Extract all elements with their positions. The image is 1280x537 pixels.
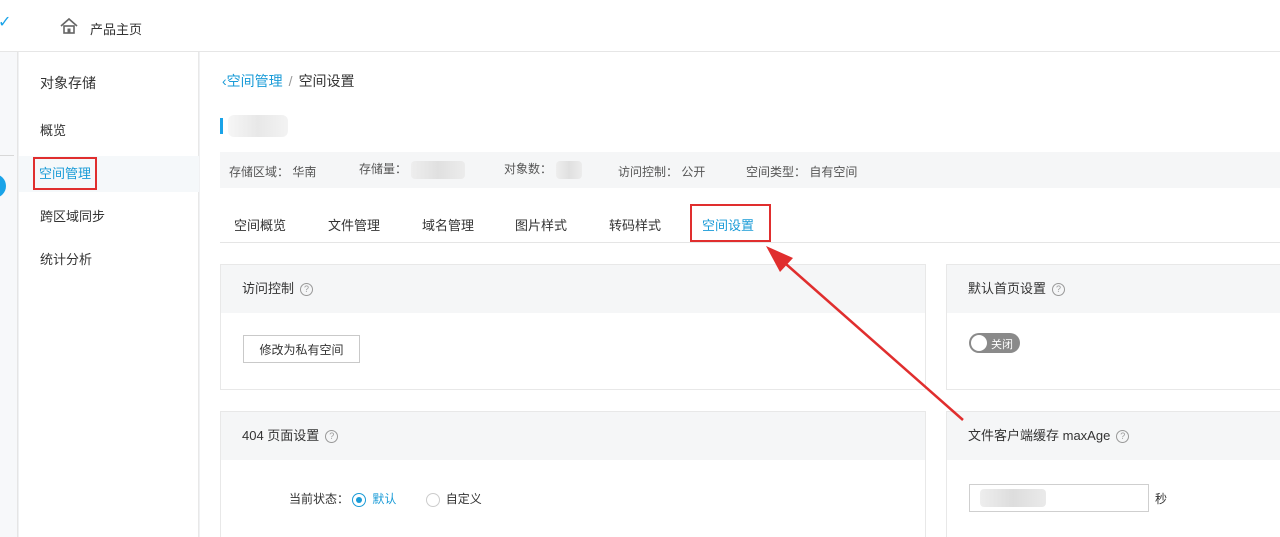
info-label: 存储量：: [359, 162, 408, 176]
annotation-highlight-box: [690, 204, 771, 242]
make-private-button[interactable]: 修改为私有空间: [243, 335, 360, 363]
left-rail: [0, 52, 18, 537]
status-radio-group: 当前状态： 默认 自定义: [289, 490, 482, 507]
tab-space-overview[interactable]: 空间概览: [234, 215, 286, 234]
redacted-value: [411, 160, 466, 179]
home-icon[interactable]: [60, 17, 78, 35]
bucket-info-bar: 存储区域： 华南 存储量： 对象数： 访问控制： 公开 空间类型： 自有空间: [220, 152, 1280, 188]
tab-domain-management[interactable]: 域名管理: [422, 215, 474, 234]
sidebar-item-cross-region-sync[interactable]: 跨区域同步: [19, 199, 199, 235]
radio-default[interactable]: [352, 492, 367, 507]
info-label: 对象数：: [504, 162, 553, 176]
rail-divider: [0, 155, 14, 156]
help-icon[interactable]: ?: [325, 430, 339, 444]
homepage-toggle[interactable]: 关闭: [969, 333, 1020, 353]
access-control-panel: 访问控制? 修改为私有空间: [220, 264, 926, 390]
tab-bar: 空间概览 文件管理 域名管理 图片样式 转码样式 空间设置: [220, 202, 1280, 243]
help-icon[interactable]: ?: [1116, 430, 1130, 444]
panel-title: 文件客户端缓存 maxAge: [968, 428, 1111, 443]
info-storage: 存储量：: [359, 160, 466, 179]
sidebar-item-label: 跨区域同步: [40, 209, 106, 224]
tab-transcode-style[interactable]: 转码样式: [609, 215, 661, 234]
breadcrumb-back-label: 空间管理: [226, 73, 283, 89]
redacted-value: [556, 160, 583, 179]
radio-custom-label[interactable]: 自定义: [446, 492, 482, 506]
info-region: 存储区域： 华南: [229, 163, 316, 180]
redacted-value: [980, 489, 1046, 507]
info-label: 空间类型：: [746, 165, 807, 179]
bucket-name: [220, 115, 290, 137]
max-age-panel: 文件客户端缓存 maxAge? 秒: [946, 411, 1280, 537]
tab-file-management[interactable]: 文件管理: [328, 215, 380, 234]
main-content: ‹空间管理 / 空间设置 存储区域： 华南 存储量： 对象数： 访问控制： 公开 空…: [200, 52, 1280, 537]
info-value: 公开: [681, 165, 706, 179]
bucket-name-accent: [220, 118, 223, 134]
info-label: 访问控制：: [618, 165, 679, 179]
default-homepage-panel: 默认首页设置? 关闭: [946, 264, 1280, 390]
breadcrumb-current: 空间设置: [298, 73, 355, 89]
toggle-knob: [971, 335, 987, 351]
rail-active-indicator[interactable]: [0, 174, 6, 198]
breadcrumb-separator: /: [288, 73, 293, 89]
radio-custom[interactable]: [425, 492, 440, 507]
sidebar-item-overview[interactable]: 概览: [19, 113, 199, 149]
check-icon: ✓: [0, 14, 12, 31]
panel-header: 文件客户端缓存 maxAge?: [947, 412, 1280, 460]
breadcrumb-back-link[interactable]: ‹空间管理: [222, 73, 283, 89]
toggle-label: 关闭: [991, 339, 1013, 351]
sidebar-item-label: 概览: [40, 123, 67, 138]
panel-header: 404 页面设置?: [221, 412, 925, 460]
info-objects: 对象数：: [504, 160, 583, 179]
panel-header: 访问控制?: [221, 265, 925, 313]
product-home-link[interactable]: 产品主页: [90, 19, 142, 38]
info-type: 空间类型： 自有空间: [746, 163, 857, 180]
seconds-unit: 秒: [1155, 492, 1168, 506]
page-404-panel: 404 页面设置? 当前状态： 默认 自定义: [220, 411, 926, 537]
info-value: 华南: [292, 165, 317, 179]
sidebar: 对象存储 概览 空间管理 跨区域同步 统计分析: [19, 52, 199, 537]
sidebar-title: 对象存储: [40, 75, 96, 91]
help-icon[interactable]: ?: [300, 283, 314, 297]
info-value: 自有空间: [809, 165, 858, 179]
sidebar-item-space-management[interactable]: 空间管理: [19, 156, 199, 192]
sidebar-item-label: 统计分析: [40, 252, 93, 267]
radio-default-label[interactable]: 默认: [372, 492, 396, 506]
status-label: 当前状态：: [289, 492, 350, 506]
panel-title: 默认首页设置: [968, 281, 1047, 296]
max-age-input[interactable]: [969, 484, 1149, 512]
sidebar-item-label: 空间管理: [33, 157, 98, 190]
panel-title: 404 页面设置: [242, 428, 320, 443]
sidebar-item-statistics[interactable]: 统计分析: [19, 242, 199, 278]
top-bar: ✓ 产品主页: [0, 0, 1280, 52]
panel-header: 默认首页设置?: [947, 265, 1280, 313]
breadcrumb: ‹空间管理 / 空间设置: [222, 71, 355, 91]
panel-title: 访问控制: [242, 281, 295, 296]
info-label: 存储区域：: [229, 165, 290, 179]
help-icon[interactable]: ?: [1052, 283, 1066, 297]
redacted-bucket-name: [228, 115, 288, 137]
info-access: 访问控制： 公开: [618, 163, 705, 180]
tab-image-style[interactable]: 图片样式: [515, 215, 567, 234]
